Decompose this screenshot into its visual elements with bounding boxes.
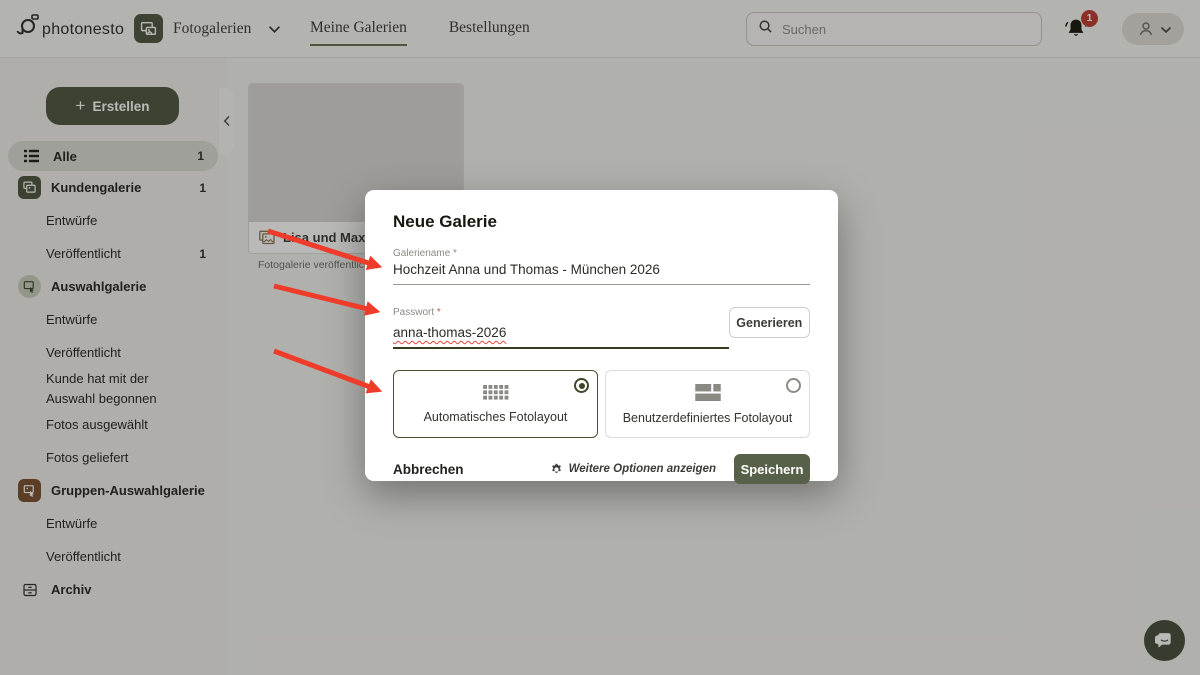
password-field[interactable]: Passwort * anna-thomas-2026: [393, 293, 729, 349]
layout-option-label: Automatisches Fotolayout: [424, 410, 568, 424]
layout-options: Automatisches Fotolayout Benutzerdefinie…: [393, 370, 810, 438]
password-label: Passwort *: [393, 307, 729, 318]
gallery-name-input[interactable]: [393, 262, 810, 285]
layout-option-label: Benutzerdefiniertes Fotolayout: [623, 411, 793, 425]
password-value: anna-thomas-2026: [393, 325, 506, 340]
new-gallery-modal: Neue Galerie Galeriename * Passwort * an…: [365, 190, 838, 481]
required-asterisk: *: [437, 307, 441, 318]
gear-icon: [550, 463, 563, 476]
custom-layout-icon: [695, 384, 721, 401]
radio-unselected-icon[interactable]: [786, 378, 801, 393]
password-row: Passwort * anna-thomas-2026 Generieren: [393, 293, 810, 349]
more-options-button[interactable]: Weitere Optionen anzeigen: [550, 463, 716, 476]
save-button[interactable]: Speichern: [734, 454, 810, 484]
grid-layout-icon: [483, 385, 509, 400]
gallery-name-label: Galeriename *: [393, 248, 810, 259]
app-root: photonesto Fotogalerien Meine Galerie: [0, 0, 1200, 675]
radio-selected-icon[interactable]: [574, 378, 589, 393]
generate-password-button[interactable]: Generieren: [729, 307, 810, 338]
modal-footer: Abbrechen Weitere Optionen anzeigen Spei…: [393, 454, 810, 484]
cancel-button[interactable]: Abbrechen: [393, 462, 464, 477]
layout-option-automatic[interactable]: Automatisches Fotolayout: [393, 370, 598, 438]
modal-title: Neue Galerie: [393, 212, 810, 232]
password-input[interactable]: anna-thomas-2026: [393, 319, 729, 349]
layout-option-custom[interactable]: Benutzerdefiniertes Fotolayout: [605, 370, 810, 438]
more-options-label: Weitere Optionen anzeigen: [569, 463, 716, 475]
